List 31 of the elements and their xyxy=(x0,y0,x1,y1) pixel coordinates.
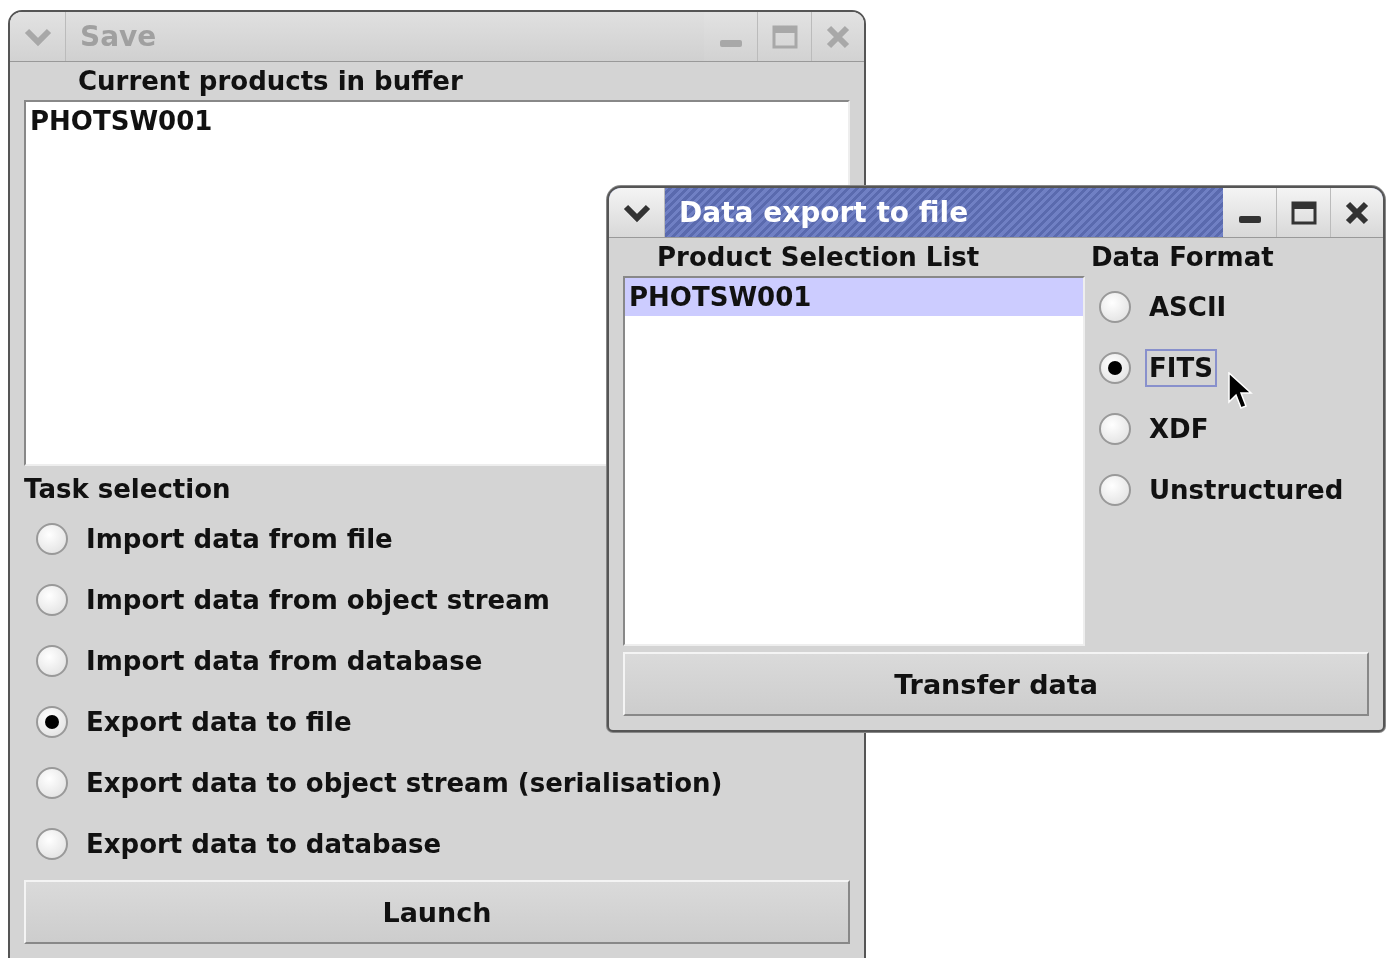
radio-label[interactable]: FITS xyxy=(1145,348,1217,387)
section-heading: Product Selection List xyxy=(656,241,981,274)
radio-label[interactable]: Unstructured xyxy=(1145,470,1348,509)
radio-label[interactable]: Import data from database xyxy=(82,641,487,680)
radio-button[interactable] xyxy=(36,522,68,555)
radio-button[interactable] xyxy=(36,705,68,738)
radio-label[interactable]: Import data from object stream xyxy=(82,580,554,619)
launch-button[interactable]: Launch xyxy=(24,880,850,944)
radio-button[interactable] xyxy=(1099,473,1131,506)
radio-label[interactable]: Export data to file xyxy=(82,702,356,741)
section-heading: Task selection xyxy=(24,473,232,504)
list-item[interactable]: PHOTSW001 xyxy=(625,278,1083,316)
radio-button[interactable] xyxy=(1099,412,1131,445)
transfer-button[interactable]: Transfer data xyxy=(623,652,1369,716)
radio-button[interactable] xyxy=(1099,351,1131,384)
window-title: Save xyxy=(79,19,158,55)
radio-button[interactable] xyxy=(1099,290,1131,323)
radio-label[interactable]: Export data to object stream (serialisation) xyxy=(82,763,727,802)
radio-label[interactable]: Import data from file xyxy=(82,519,397,558)
radio-label[interactable]: ASCII xyxy=(1145,287,1231,326)
radio-label[interactable]: Export data to database xyxy=(82,824,446,863)
section-heading: Current products in buffer xyxy=(77,65,464,98)
section-heading: Data Format xyxy=(1091,241,1275,274)
radio-button[interactable] xyxy=(36,583,68,616)
window-title: Data export to file xyxy=(678,195,970,231)
radio-button[interactable] xyxy=(36,766,68,799)
list-item[interactable]: PHOTSW001 xyxy=(26,102,848,140)
mouse-pointer-icon xyxy=(1228,372,1254,412)
radio-button[interactable] xyxy=(36,827,68,860)
radio-label[interactable]: XDF xyxy=(1145,409,1213,448)
radio-button[interactable] xyxy=(36,644,68,677)
